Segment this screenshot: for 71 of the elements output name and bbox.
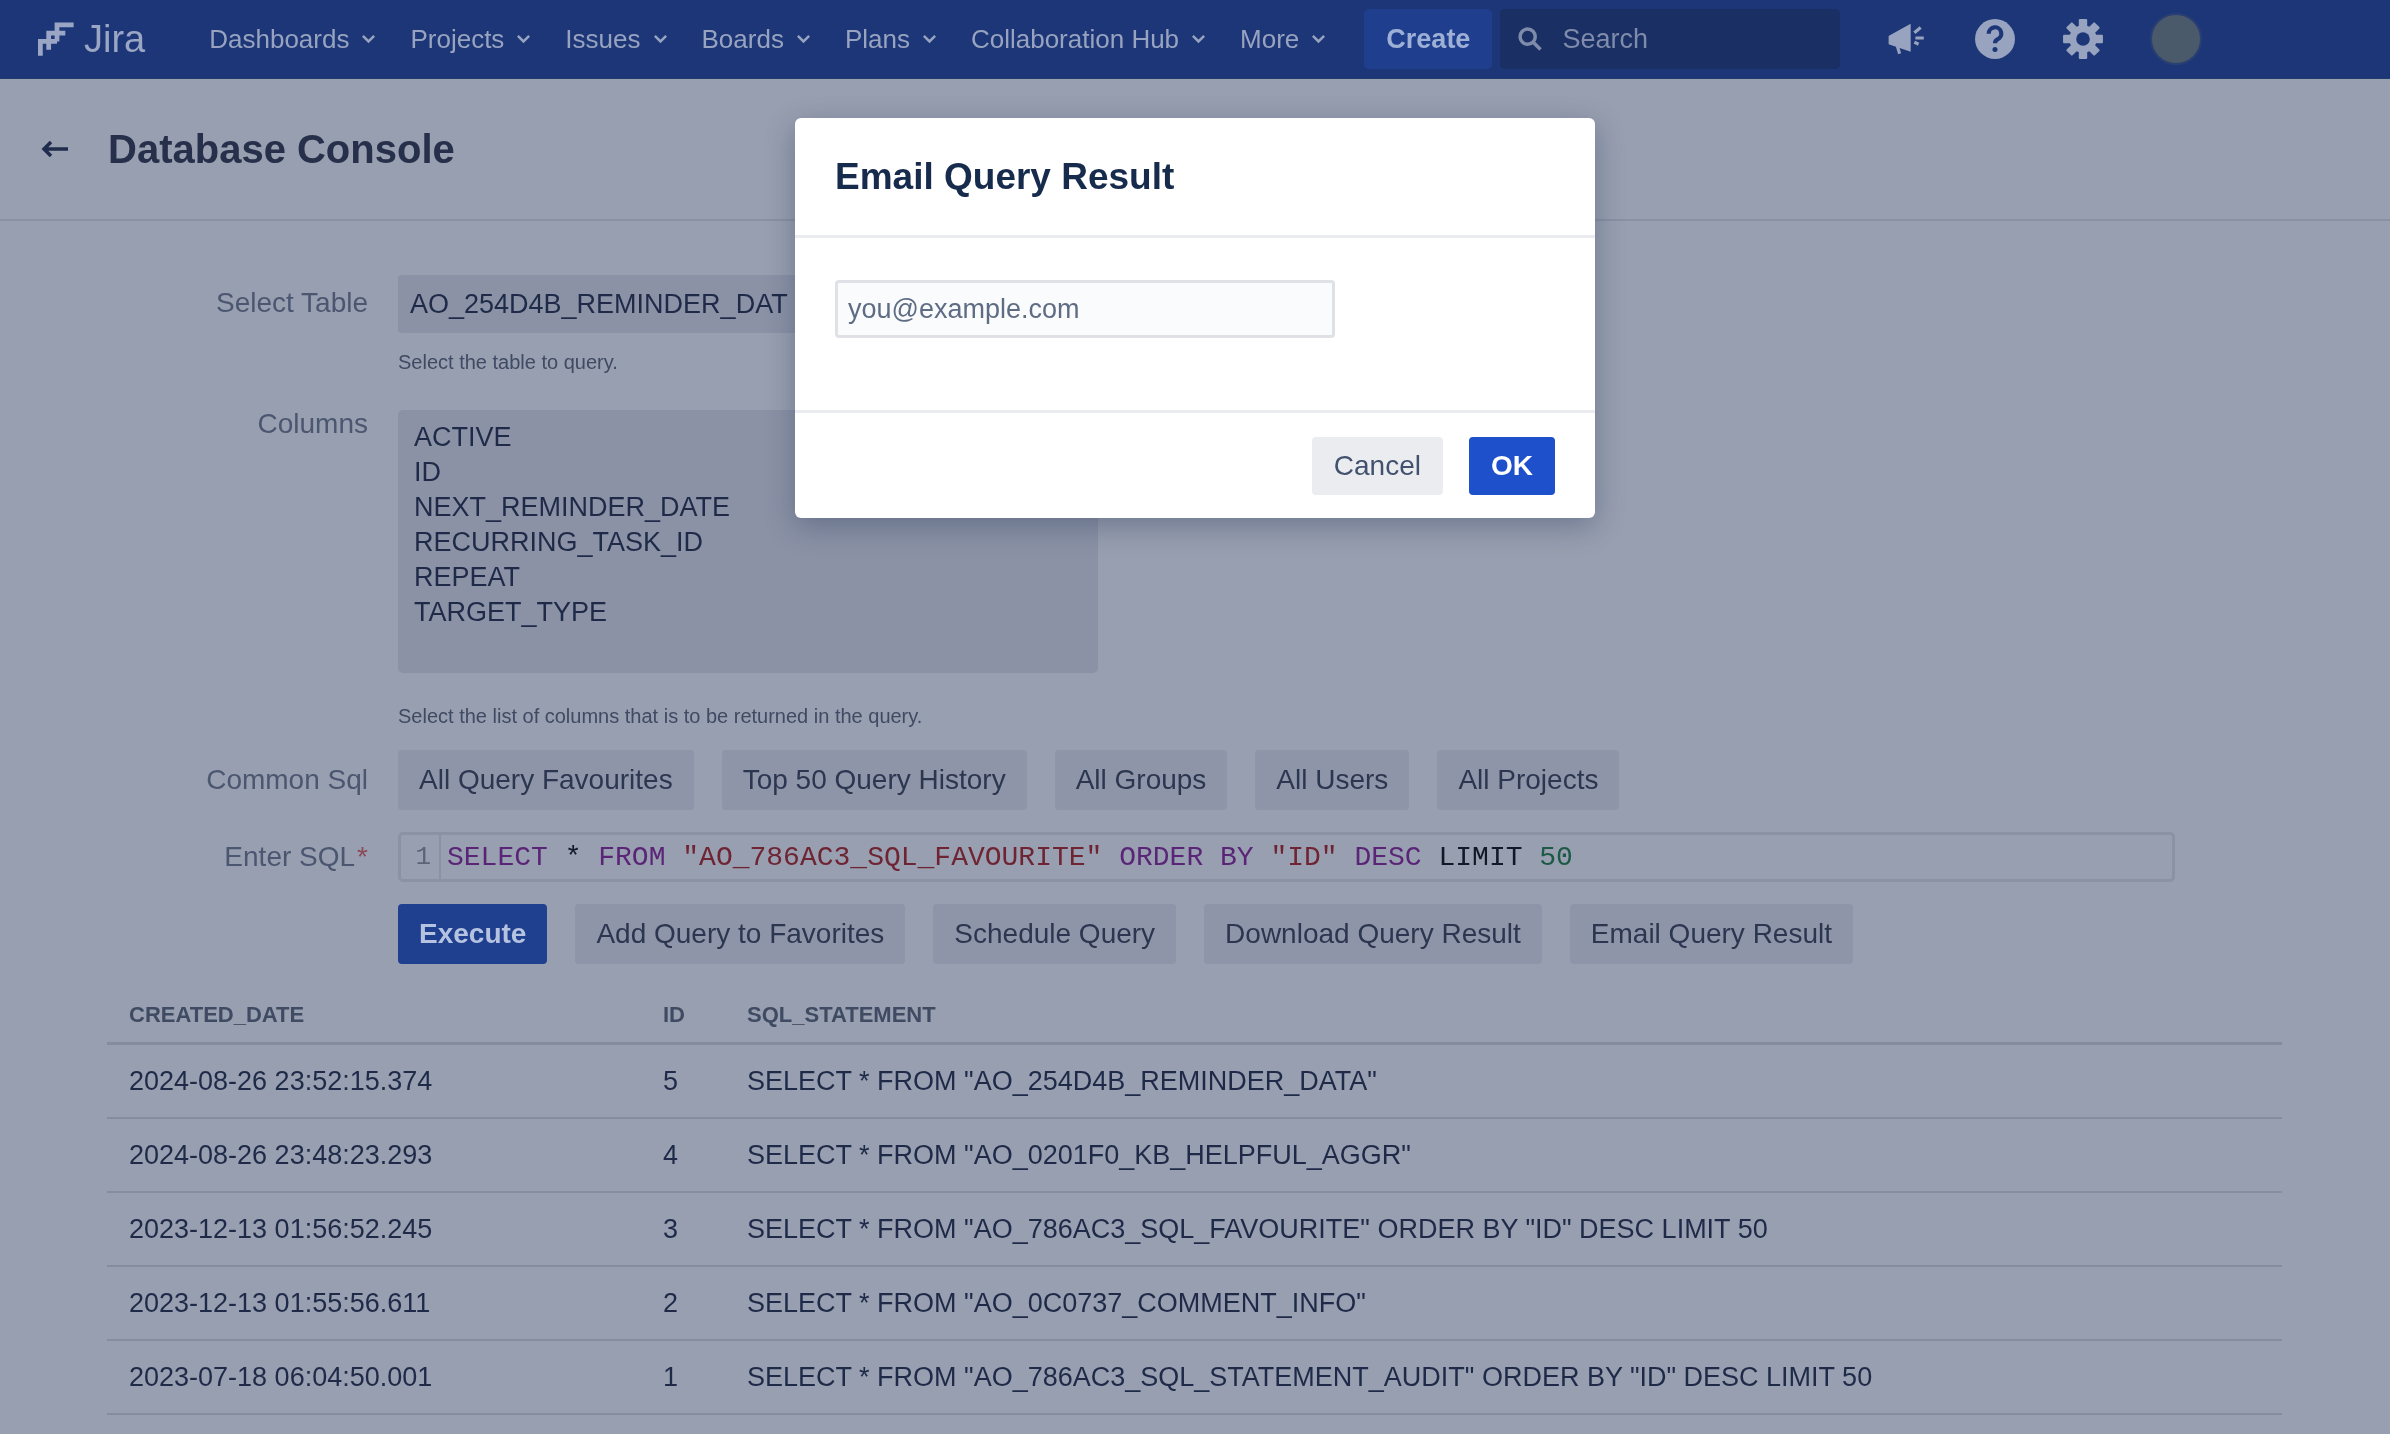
table-cell: SELECT * FROM "AO_786AC3_SQL_STATEMENT_AUDIT" ORDER BY "ID" DESC LIMIT 50 xyxy=(725,1340,2282,1414)
required-mark: * xyxy=(357,841,368,873)
column-option[interactable]: ID xyxy=(414,455,441,490)
sql-editor[interactable]: 1 SELECT * FROM "AO_786AC3_SQL_FAVOURITE" ORDER BY "ID" DESC LIMIT 50 xyxy=(398,832,2175,882)
chevron-down-icon xyxy=(795,34,811,44)
help-text: Select the table to query. xyxy=(398,351,619,374)
column-option[interactable]: ACTIVE xyxy=(414,420,512,455)
action-button[interactable]: Email Query Result xyxy=(1569,904,1853,964)
table-cell: SELECT * FROM "AO_0C0737_COMMENT_INFO" xyxy=(725,1266,2282,1340)
help-icon[interactable] xyxy=(1974,18,2017,60)
action-button[interactable]: Add Query to Favorites xyxy=(575,904,906,964)
column-option[interactable]: NEXT_REMINDER_DATE xyxy=(414,490,731,525)
field-label: Select Table xyxy=(214,286,368,320)
nav-menu[interactable]: Issues xyxy=(561,23,672,55)
dialog-title: Email Query Result xyxy=(835,155,1175,198)
table-cell: 2023-07-18 06:04:50.001 xyxy=(107,1340,641,1414)
table-cell: 2024-08-26 23:52:15.374 xyxy=(107,1043,641,1118)
column-option[interactable]: REPEAT xyxy=(414,560,521,595)
action-button[interactable]: Download Query Result xyxy=(1204,904,1542,964)
column-option[interactable]: TARGET_TYPE xyxy=(414,595,608,630)
common-sql-button[interactable]: All Projects xyxy=(1437,750,1620,810)
chevron-down-icon xyxy=(1191,34,1207,44)
help-text: Select the list of columns that is to be returned in the query. xyxy=(398,705,924,728)
table-cell: 4 xyxy=(641,1118,725,1192)
chevron-down-icon xyxy=(652,34,668,44)
nav-menu[interactable]: Dashboards xyxy=(205,23,381,55)
table-cell: 3 xyxy=(641,1192,725,1266)
execute-button[interactable]: Execute xyxy=(398,904,548,964)
line-number: 1 xyxy=(401,835,441,879)
nav-menu[interactable]: Boards xyxy=(697,23,815,55)
search-field[interactable]: Search xyxy=(1500,9,1841,69)
column-header: ID xyxy=(641,988,725,1044)
field-label: Common Sql xyxy=(205,764,368,796)
nav-menu[interactable]: Plans xyxy=(840,23,941,55)
column-header: SQL_STATEMENT xyxy=(725,988,2282,1044)
chevron-down-icon xyxy=(361,34,377,44)
email-input-field[interactable]: you@example.com xyxy=(835,280,1335,338)
nav-menu[interactable]: Collaboration Hub xyxy=(966,23,1211,55)
table-cell: SELECT * FROM "AO_786AC3_SQL_FAVOURITE" ORDER BY "ID" DESC LIMIT 50 xyxy=(725,1192,2282,1266)
jira-logo-icon xyxy=(38,20,76,58)
table-cell: SELECT * FROM "AO_0201F0_KB_HELPFUL_AGGR" xyxy=(725,1118,2282,1192)
ok-button[interactable]: OK xyxy=(1469,436,1555,495)
field-label: Columns xyxy=(256,407,368,441)
page-title: Database Console xyxy=(108,126,455,172)
table-cell: 5 xyxy=(641,1043,725,1118)
action-button[interactable]: Schedule Query xyxy=(933,904,1177,964)
table-cell: 2024-08-26 23:48:23.293 xyxy=(107,1118,641,1192)
logo-text: Jira xyxy=(84,17,146,61)
nav-menu[interactable]: More xyxy=(1236,23,1331,55)
column-option[interactable]: RECURRING_TASK_ID xyxy=(414,525,704,560)
table-cell: SELECT * FROM "AO_254D4B_REMINDER_DATA" xyxy=(725,1043,2282,1118)
sql-code: SELECT * FROM "AO_786AC3_SQL_FAVOURITE" ORDER BY "ID" DESC LIMIT 50 xyxy=(446,841,1573,873)
chevron-down-icon xyxy=(921,34,937,44)
table-cell: 2023-12-13 01:56:52.245 xyxy=(107,1192,641,1266)
common-sql-button[interactable]: Top 50 Query History xyxy=(721,750,1027,810)
table-cell: 1 xyxy=(641,1340,725,1414)
column-header: CREATED_DATE xyxy=(107,988,641,1044)
table-cell: 2 xyxy=(641,1266,725,1340)
settings-icon[interactable] xyxy=(2062,18,2105,60)
jira-logo[interactable]: Jira xyxy=(38,17,146,61)
cancel-button[interactable]: Cancel xyxy=(1311,436,1443,495)
field-label: Enter SQL xyxy=(224,841,356,873)
back-arrow-icon[interactable] xyxy=(40,139,70,159)
nav-menu[interactable]: Projects xyxy=(406,23,536,55)
common-sql-button[interactable]: All Query Favourites xyxy=(398,750,694,810)
chevron-down-icon xyxy=(1311,34,1327,44)
table-cell: 2023-12-13 01:55:56.611 xyxy=(107,1266,641,1340)
chevron-down-icon xyxy=(516,34,532,44)
common-sql-button[interactable]: All Groups xyxy=(1054,750,1228,810)
common-sql-button[interactable]: All Users xyxy=(1255,750,1410,810)
create-button[interactable]: Create xyxy=(1364,9,1493,69)
